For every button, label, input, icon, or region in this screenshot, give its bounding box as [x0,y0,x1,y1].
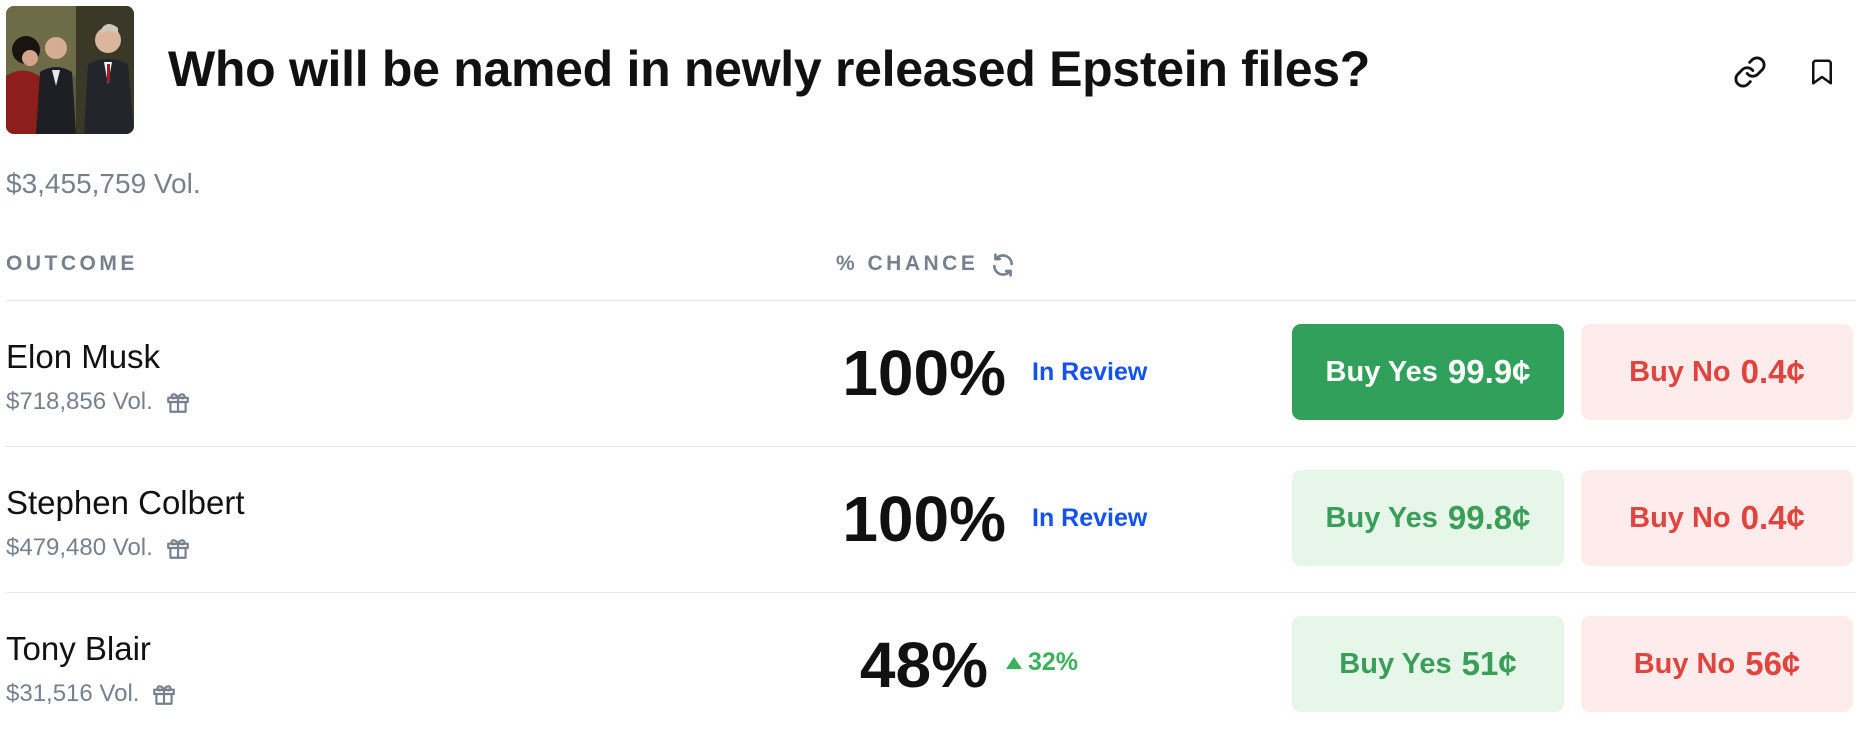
gift-icon[interactable] [151,681,177,707]
buy-no-button[interactable]: Buy No 56¢ [1581,616,1853,712]
outcome-volume: $718,856 Vol. [6,388,191,416]
buy-yes-button[interactable]: Buy Yes 99.8¢ [1292,470,1564,566]
outcome-chance: 100% [842,337,1006,409]
outcome-name: Tony Blair [6,630,151,667]
outcome-row: Tony Blair $31,516 Vol. 48% 32% Buy Yes … [0,592,1862,738]
chance-delta: 32% [1006,648,1078,677]
outcome-chance: 48% [859,629,988,701]
outcome-name: Stephen Colbert [6,484,245,521]
buy-no-price: 0.4¢ [1740,353,1805,390]
outcome-volume-text: $31,516 Vol. [6,680,140,707]
market-title: Who will be named in newly released Epst… [168,41,1370,97]
buy-no-label: Buy No [1629,355,1731,388]
outcome-chance: 100% [842,483,1006,555]
buy-no-price: 56¢ [1745,645,1801,682]
gift-icon[interactable] [165,535,191,561]
buy-no-label: Buy No [1629,501,1731,534]
chance-delta-value: 32% [1028,648,1079,676]
buy-yes-price: 99.9¢ [1447,353,1531,390]
bookmark-icon[interactable] [1802,52,1842,92]
market-header: Who will be named in newly released Epst… [6,6,1856,134]
gift-icon[interactable] [165,389,191,415]
market-thumbnail [6,6,134,134]
up-arrow-icon [1006,656,1022,669]
status-badge: In Review [1032,504,1148,532]
buy-no-label: Buy No [1633,647,1736,680]
market-volume: $3,455,759 Vol. [6,168,201,199]
buy-yes-label: Buy Yes [1339,647,1452,680]
buy-no-button[interactable]: Buy No 0.4¢ [1581,324,1853,420]
buy-yes-label: Buy Yes [1325,355,1438,388]
status-badge: In Review [1032,358,1148,386]
buy-yes-price: 51¢ [1461,645,1517,682]
column-header-outcome: OUTCOME [6,252,138,275]
buy-yes-button[interactable]: Buy Yes 51¢ [1292,616,1564,712]
buy-yes-button[interactable]: Buy Yes 99.9¢ [1292,324,1564,420]
outcome-row: Stephen Colbert $479,480 Vol. 100% In Re… [0,446,1862,592]
refresh-icon[interactable] [990,252,1016,278]
buy-no-price: 0.4¢ [1740,499,1805,536]
outcome-volume-text: $718,856 Vol. [6,388,153,415]
buy-yes-price: 99.8¢ [1447,499,1531,536]
outcome-name: Elon Musk [6,338,161,375]
outcome-volume: $31,516 Vol. [6,680,177,708]
outcome-row: Elon Musk $718,856 Vol. 100% In Review B… [0,300,1862,446]
buy-yes-label: Buy Yes [1325,501,1438,534]
outcome-volume: $479,480 Vol. [6,534,191,562]
link-icon[interactable] [1730,52,1770,92]
column-header-chance: % CHANCE [836,252,979,275]
buy-no-button[interactable]: Buy No 0.4¢ [1581,470,1853,566]
outcome-volume-text: $479,480 Vol. [6,534,153,561]
